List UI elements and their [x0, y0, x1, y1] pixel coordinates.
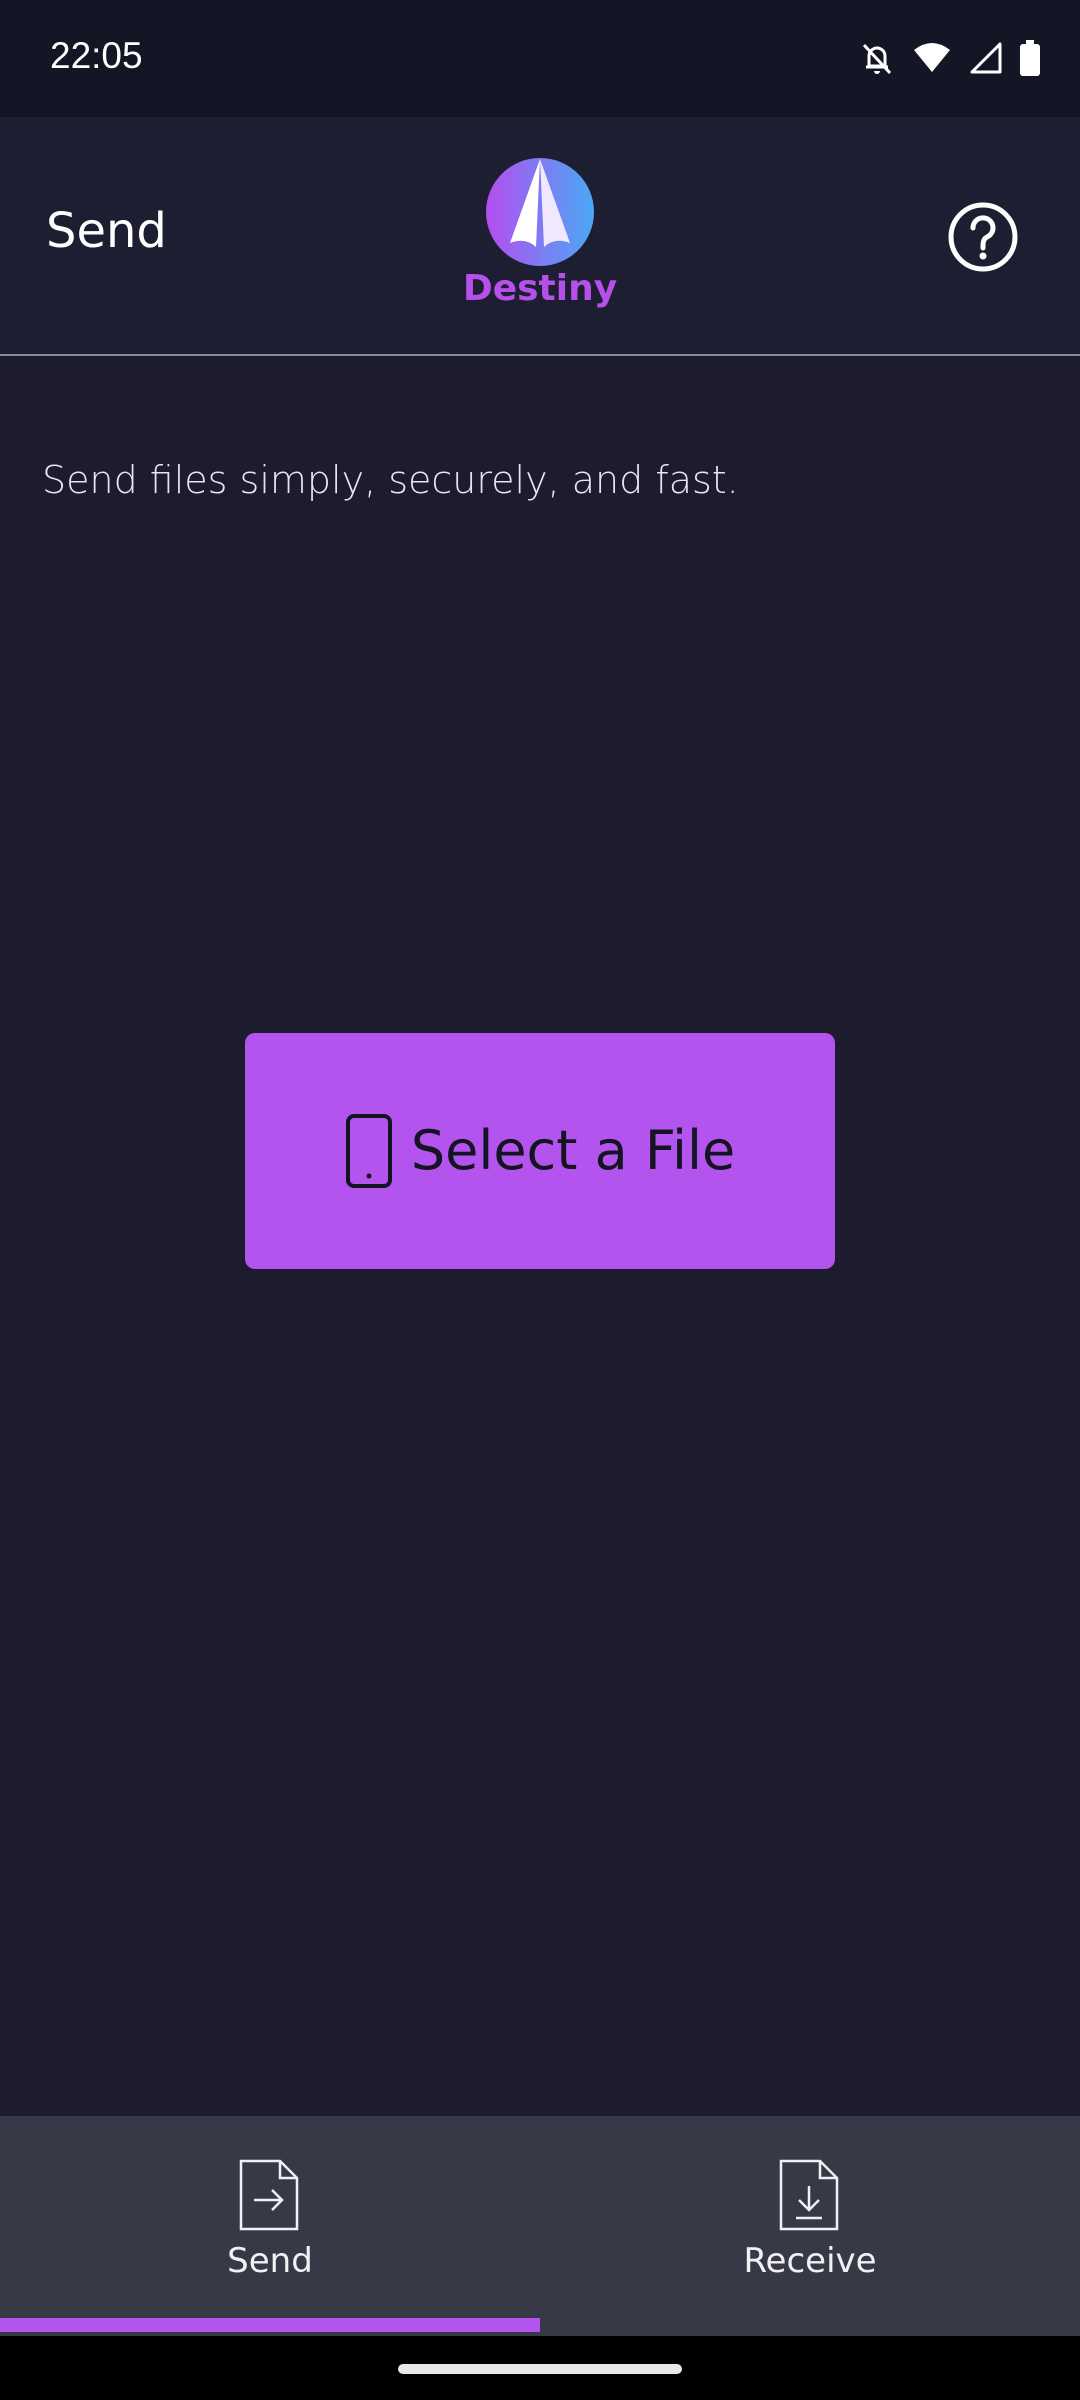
tagline-text: Send files simply, securely, and fast. [42, 458, 739, 502]
phone-icon [345, 1114, 392, 1188]
battery-icon [1020, 40, 1040, 76]
help-button[interactable] [946, 200, 1020, 274]
system-nav-bar [0, 2336, 1080, 2400]
app-header: Send Destiny [0, 117, 1080, 356]
selected-tab-indicator [0, 2318, 540, 2332]
select-file-button[interactable]: Select a File [245, 1033, 835, 1269]
status-time: 22:05 [50, 35, 143, 76]
help-circle-icon [948, 202, 1018, 272]
status-icons [842, 38, 1040, 78]
notifications-off-icon [862, 43, 892, 75]
logo-wordmark: Destiny [462, 268, 618, 309]
cell-signal-icon [970, 42, 1002, 74]
app-screen: 22:05 Send Destiny Send files simply, se… [0, 0, 1080, 2400]
tab-send[interactable]: Send [0, 2116, 540, 2336]
home-gesture-handle[interactable] [398, 2364, 682, 2374]
page-title: Send [46, 203, 167, 259]
bottom-nav: Send Receive [0, 2116, 1080, 2336]
wifi-icon [914, 43, 950, 72]
tab-receive-label: Receive [743, 2241, 877, 2281]
send-file-icon [239, 2159, 299, 2231]
select-file-label: Select a File [410, 1119, 736, 1182]
status-bar: 22:05 [0, 0, 1080, 117]
tab-send-label: Send [227, 2241, 313, 2281]
tab-receive[interactable]: Receive [540, 2116, 1080, 2336]
destiny-logo: Destiny [450, 157, 630, 317]
receive-file-icon [779, 2159, 839, 2231]
destiny-logo-icon [486, 158, 594, 266]
